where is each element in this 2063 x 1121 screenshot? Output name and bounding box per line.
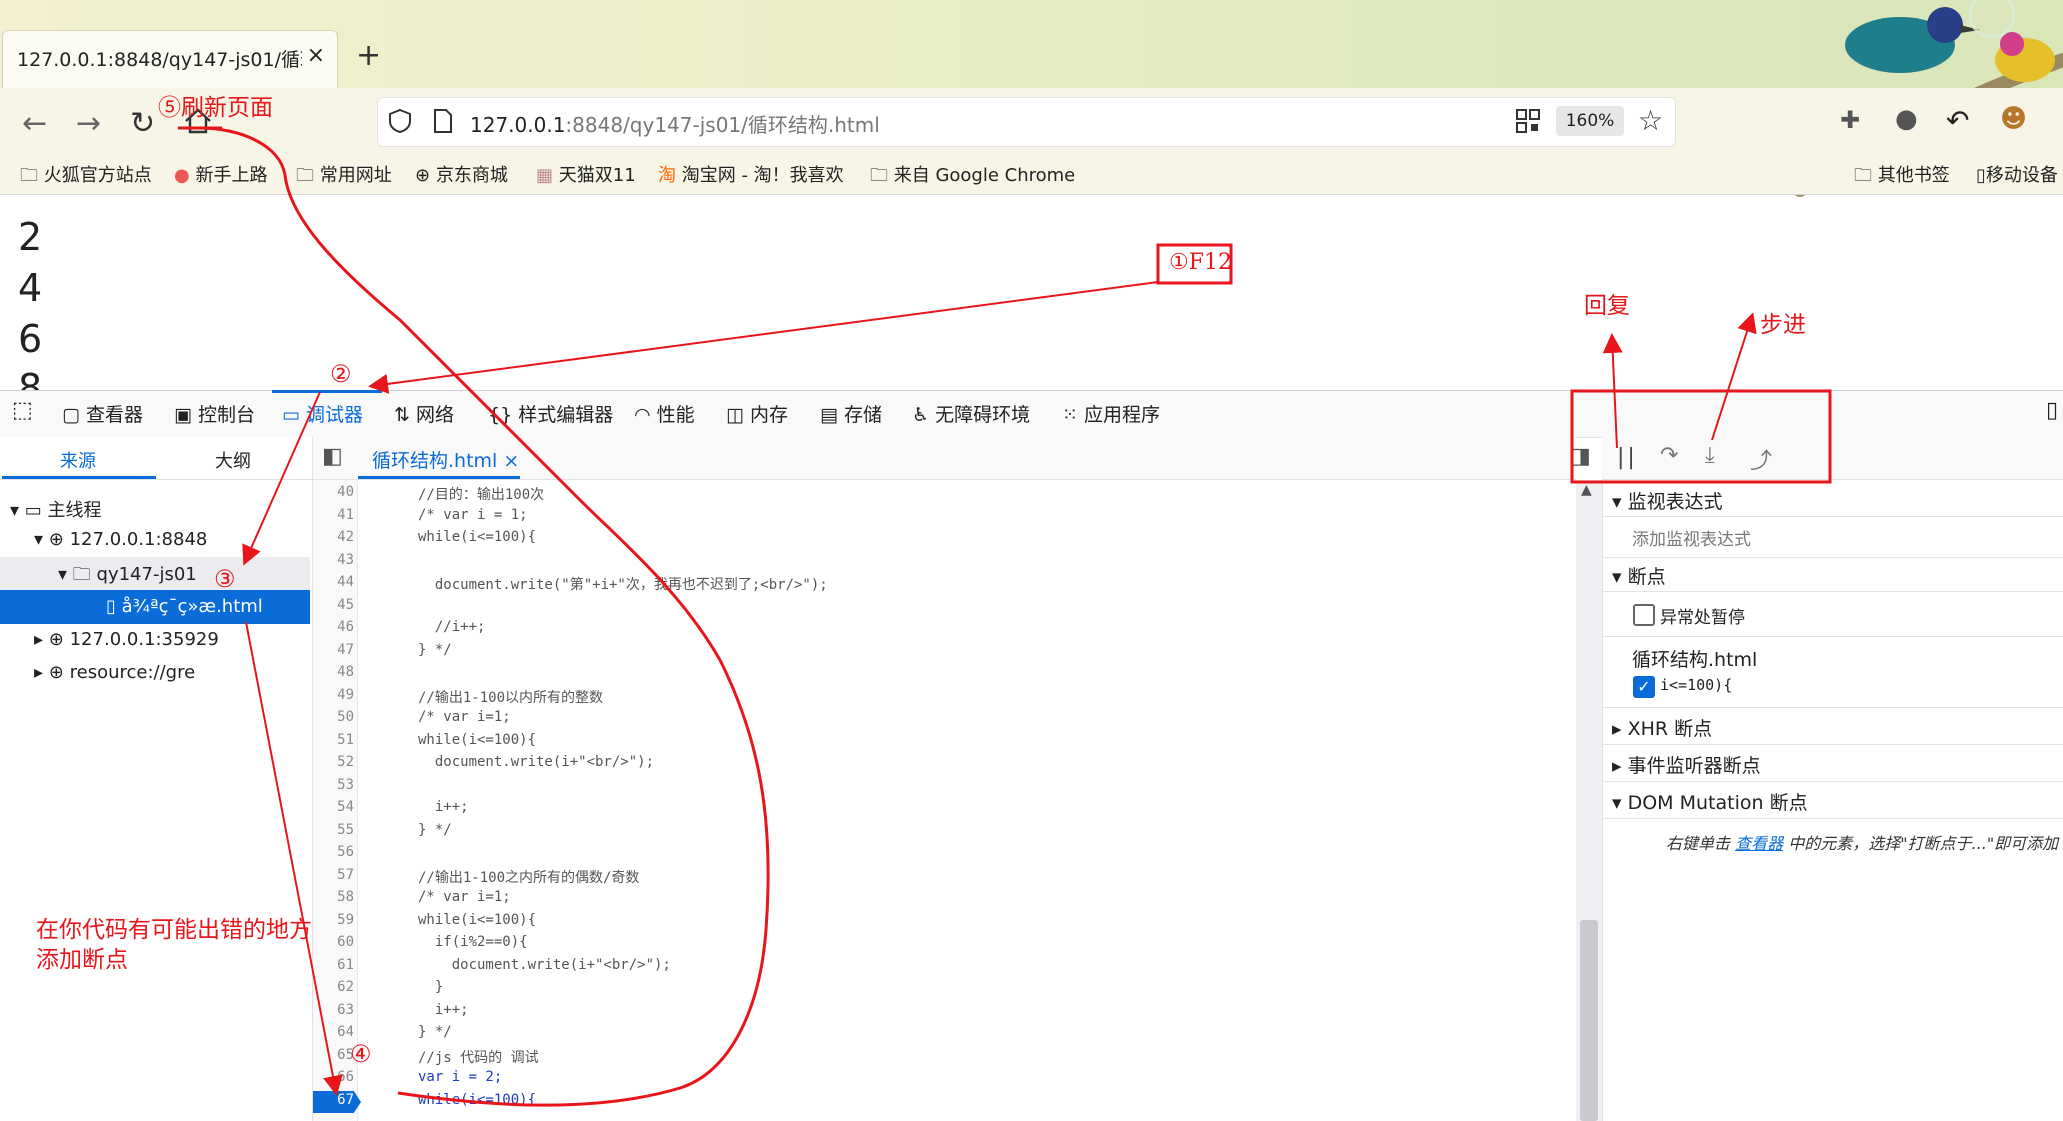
arrow-to-debugger xyxy=(368,281,1159,394)
arrow-to-folder xyxy=(242,391,321,566)
arrow-step xyxy=(1711,312,1757,441)
annotation-step2: ② xyxy=(330,360,352,388)
annotation-overlay xyxy=(178,126,1832,1107)
annotation-note-line2: 添加断点 xyxy=(36,947,128,973)
annotation-step3: ③ xyxy=(214,565,236,593)
annotation-step-into: 步进 xyxy=(1760,312,1806,338)
annotation-step4: ④ xyxy=(350,1040,372,1068)
refresh-loop-arrow xyxy=(199,126,770,1107)
annotation-f12: ①F12 xyxy=(1169,250,1232,275)
annotation-note-line1: 在你代码有可能出错的地方 xyxy=(36,917,312,943)
controls-box xyxy=(1570,389,1832,484)
line-number[interactable]: 67 xyxy=(314,1092,354,1108)
annotation-step5: ⑤刷新页面 xyxy=(158,95,273,121)
arrow-to-line xyxy=(245,621,343,1096)
annotation-resume: 回复 xyxy=(1584,293,1630,319)
